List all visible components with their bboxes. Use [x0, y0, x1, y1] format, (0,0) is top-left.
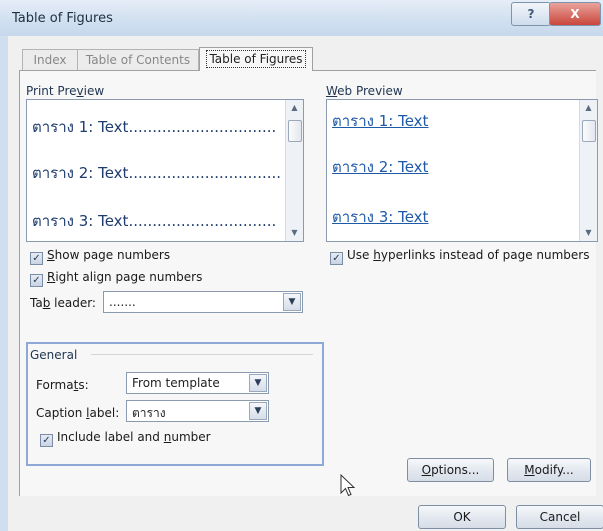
tab-leader-dropdown[interactable]: ....... ▼	[103, 291, 303, 313]
print-preview-entry-2: ตาราง 2: Text...........................…	[32, 164, 297, 182]
check-mark-icon: ✓	[330, 252, 343, 265]
caption-label-dropdown[interactable]: ตาราง ▼	[126, 400, 269, 422]
mouse-pointer-icon	[340, 474, 356, 497]
tab-table-of-figures[interactable]: Table of Figures	[199, 47, 313, 71]
web-preview-entry-3[interactable]: ตาราง 3: Text	[332, 205, 428, 229]
title-bar: Table of Figures ? X	[0, 0, 603, 36]
web-preview-box[interactable]: ตาราง 1: Text ตาราง 2: Text ตาราง 3: Tex…	[326, 99, 598, 242]
tab-leader-label: Tab leader:	[30, 296, 96, 310]
right-align-page-numbers-checkbox[interactable]: ✓ Right align page numbers	[30, 270, 202, 287]
web-preview-scrollbar[interactable]: ▲ ▼	[579, 100, 597, 241]
tab-index[interactable]: Index	[22, 49, 78, 70]
dialog-title: Table of Figures	[12, 11, 113, 26]
chevron-down-icon[interactable]: ▼	[249, 374, 267, 392]
scroll-up-icon[interactable]: ▲	[580, 100, 597, 116]
chevron-down-icon[interactable]: ▼	[249, 402, 267, 420]
close-icon: X	[570, 7, 580, 21]
ok-button[interactable]: OK	[418, 505, 506, 529]
print-preview-entry-1: ตาราง 1: Text...........................…	[32, 118, 296, 136]
use-hyperlinks-checkbox[interactable]: ✓ Use hyperlinks instead of page numbers	[330, 248, 589, 265]
show-page-numbers-checkbox[interactable]: ✓ Show page numbers	[30, 248, 170, 265]
help-button[interactable]: ?	[511, 2, 551, 26]
table-of-figures-dialog: Table of Figures ? X Index Table of Cont…	[0, 0, 603, 531]
check-mark-icon: ✓	[40, 434, 53, 447]
scroll-thumb[interactable]	[288, 120, 302, 142]
options-button[interactable]: Options...	[407, 458, 494, 482]
check-mark-icon: ✓	[30, 252, 43, 265]
chevron-down-icon[interactable]: ▼	[283, 293, 301, 311]
cancel-button[interactable]: Cancel	[516, 505, 603, 529]
formats-label: Formats:	[36, 378, 89, 392]
print-preview-entry-3: ตาราง 3: Text...........................…	[32, 212, 296, 230]
caption-label-label: Caption label:	[36, 406, 120, 420]
close-button[interactable]: X	[549, 2, 601, 26]
group-divider	[91, 354, 313, 355]
scroll-down-icon[interactable]: ▼	[580, 225, 597, 241]
scroll-up-icon[interactable]: ▲	[286, 100, 303, 116]
include-label-and-number-checkbox[interactable]: ✓ Include label and number	[40, 430, 211, 447]
general-group-title: General	[30, 348, 78, 362]
help-icon: ?	[527, 7, 535, 21]
modify-button[interactable]: Modify...	[507, 458, 591, 482]
web-preview-label: Web Preview	[326, 84, 403, 98]
web-preview-entry-2[interactable]: ตาราง 2: Text	[332, 155, 428, 179]
print-preview-label: Print Preview	[26, 84, 105, 98]
check-mark-icon: ✓	[30, 274, 43, 287]
print-preview-scrollbar[interactable]: ▲ ▼	[285, 100, 303, 241]
web-preview-entry-1[interactable]: ตาราง 1: Text	[332, 109, 428, 133]
tab-table-of-contents[interactable]: Table of Contents	[77, 49, 199, 70]
scroll-thumb[interactable]	[582, 120, 596, 142]
scroll-down-icon[interactable]: ▼	[286, 225, 303, 241]
print-preview-box[interactable]: ตาราง 1: Text...........................…	[26, 99, 304, 242]
formats-dropdown[interactable]: From template ▼	[126, 372, 269, 394]
